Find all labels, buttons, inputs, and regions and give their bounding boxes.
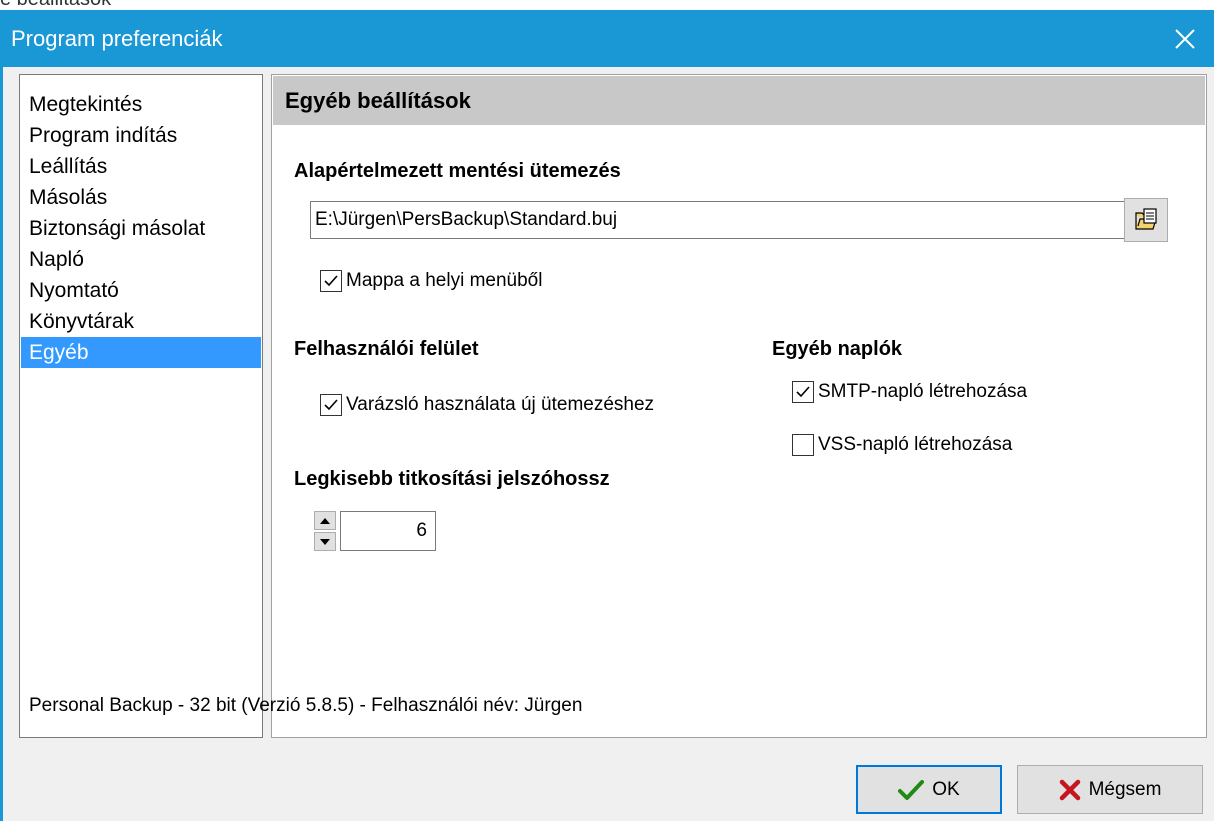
- category-list[interactable]: Megtekintés Program indítás Leállítás Má…: [19, 74, 263, 738]
- cancel-button[interactable]: Mégsem: [1017, 765, 1203, 814]
- ui-section-label: Felhasználói felület: [294, 338, 479, 360]
- triangle-up-icon: [320, 517, 330, 524]
- min-password-length-input[interactable]: [340, 511, 436, 551]
- checkmark-icon: [324, 275, 338, 287]
- panel-title: Egyéb beállítások: [285, 88, 471, 113]
- smtp-log-label: SMTP-napló létrehozása: [818, 381, 1028, 402]
- spinner-down-button[interactable]: [314, 532, 336, 551]
- window-title: Program preferenciák: [11, 26, 223, 51]
- vss-log-option[interactable]: VSS-napló létrehozása: [792, 434, 1012, 456]
- checkmark-icon: [898, 779, 925, 800]
- nav-item-nyomtato[interactable]: Nyomtató: [21, 275, 261, 306]
- preferences-dialog: Program preferenciák Megtekintés Program…: [0, 10, 1214, 821]
- folder-context-menu-option[interactable]: Mappa a helyi menüből: [320, 270, 542, 292]
- default-schedule-label: Alapértelmezett mentési ütemezés: [294, 160, 621, 182]
- nav-item-naplo[interactable]: Napló: [21, 244, 261, 275]
- min-password-length-spinner[interactable]: [314, 511, 436, 551]
- status-text: Personal Backup - 32 bit (Verzió 5.8.5) …: [29, 695, 583, 716]
- nav-item-program-inditas[interactable]: Program indítás: [21, 120, 261, 151]
- wizard-option[interactable]: Varázsló használata új ütemezéshez: [320, 394, 654, 416]
- nav-item-masolas[interactable]: Másolás: [21, 182, 261, 213]
- triangle-down-icon: [320, 538, 330, 545]
- wizard-checkbox[interactable]: [320, 394, 342, 416]
- open-file-icon: [1135, 208, 1157, 230]
- ok-button-label: OK: [932, 778, 960, 800]
- checkmark-icon: [796, 386, 810, 398]
- browse-file-button[interactable]: [1124, 198, 1168, 242]
- wizard-label: Varázsló használata új ütemezéshez: [346, 394, 655, 415]
- background-window-strip: e beallitasok: [0, 0, 1214, 10]
- folder-context-menu-label: Mappa a helyi menüből: [346, 270, 543, 291]
- checkmark-icon: [324, 399, 338, 411]
- nav-item-biztonsagi-masolat[interactable]: Biztonsági másolat: [21, 213, 261, 244]
- nav-item-leallitas[interactable]: Leállítás: [21, 151, 261, 182]
- min-password-length-label: Legkisebb titkosítási jelszóhossz: [294, 468, 610, 490]
- close-icon: [1175, 28, 1195, 49]
- nav-item-konyvtarak[interactable]: Könyvtárak: [21, 306, 261, 337]
- close-button[interactable]: [1156, 10, 1214, 67]
- vss-log-checkbox[interactable]: [792, 434, 814, 456]
- folder-context-menu-checkbox[interactable]: [320, 270, 342, 292]
- settings-panel: Egyéb beállítások Alapértelmezett mentés…: [271, 74, 1207, 738]
- cancel-button-label: Mégsem: [1088, 778, 1162, 800]
- spinner-buttons: [314, 511, 338, 551]
- spinner-up-button[interactable]: [314, 511, 336, 530]
- smtp-log-option[interactable]: SMTP-napló létrehozása: [792, 381, 1027, 403]
- other-logs-label: Egyéb naplók: [772, 338, 903, 360]
- title-bar[interactable]: Program preferenciák: [3, 10, 1214, 67]
- cross-icon: [1059, 779, 1080, 800]
- nav-item-egyeb[interactable]: Egyéb: [21, 337, 261, 368]
- smtp-log-checkbox[interactable]: [792, 381, 814, 403]
- ok-button[interactable]: OK: [856, 765, 1002, 814]
- nav-item-megtekintes[interactable]: Megtekintés: [21, 89, 261, 120]
- vss-log-label: VSS-napló létrehozása: [818, 434, 1013, 455]
- schedule-path-input[interactable]: [310, 201, 1134, 239]
- panel-header: Egyéb beállítások: [273, 76, 1205, 125]
